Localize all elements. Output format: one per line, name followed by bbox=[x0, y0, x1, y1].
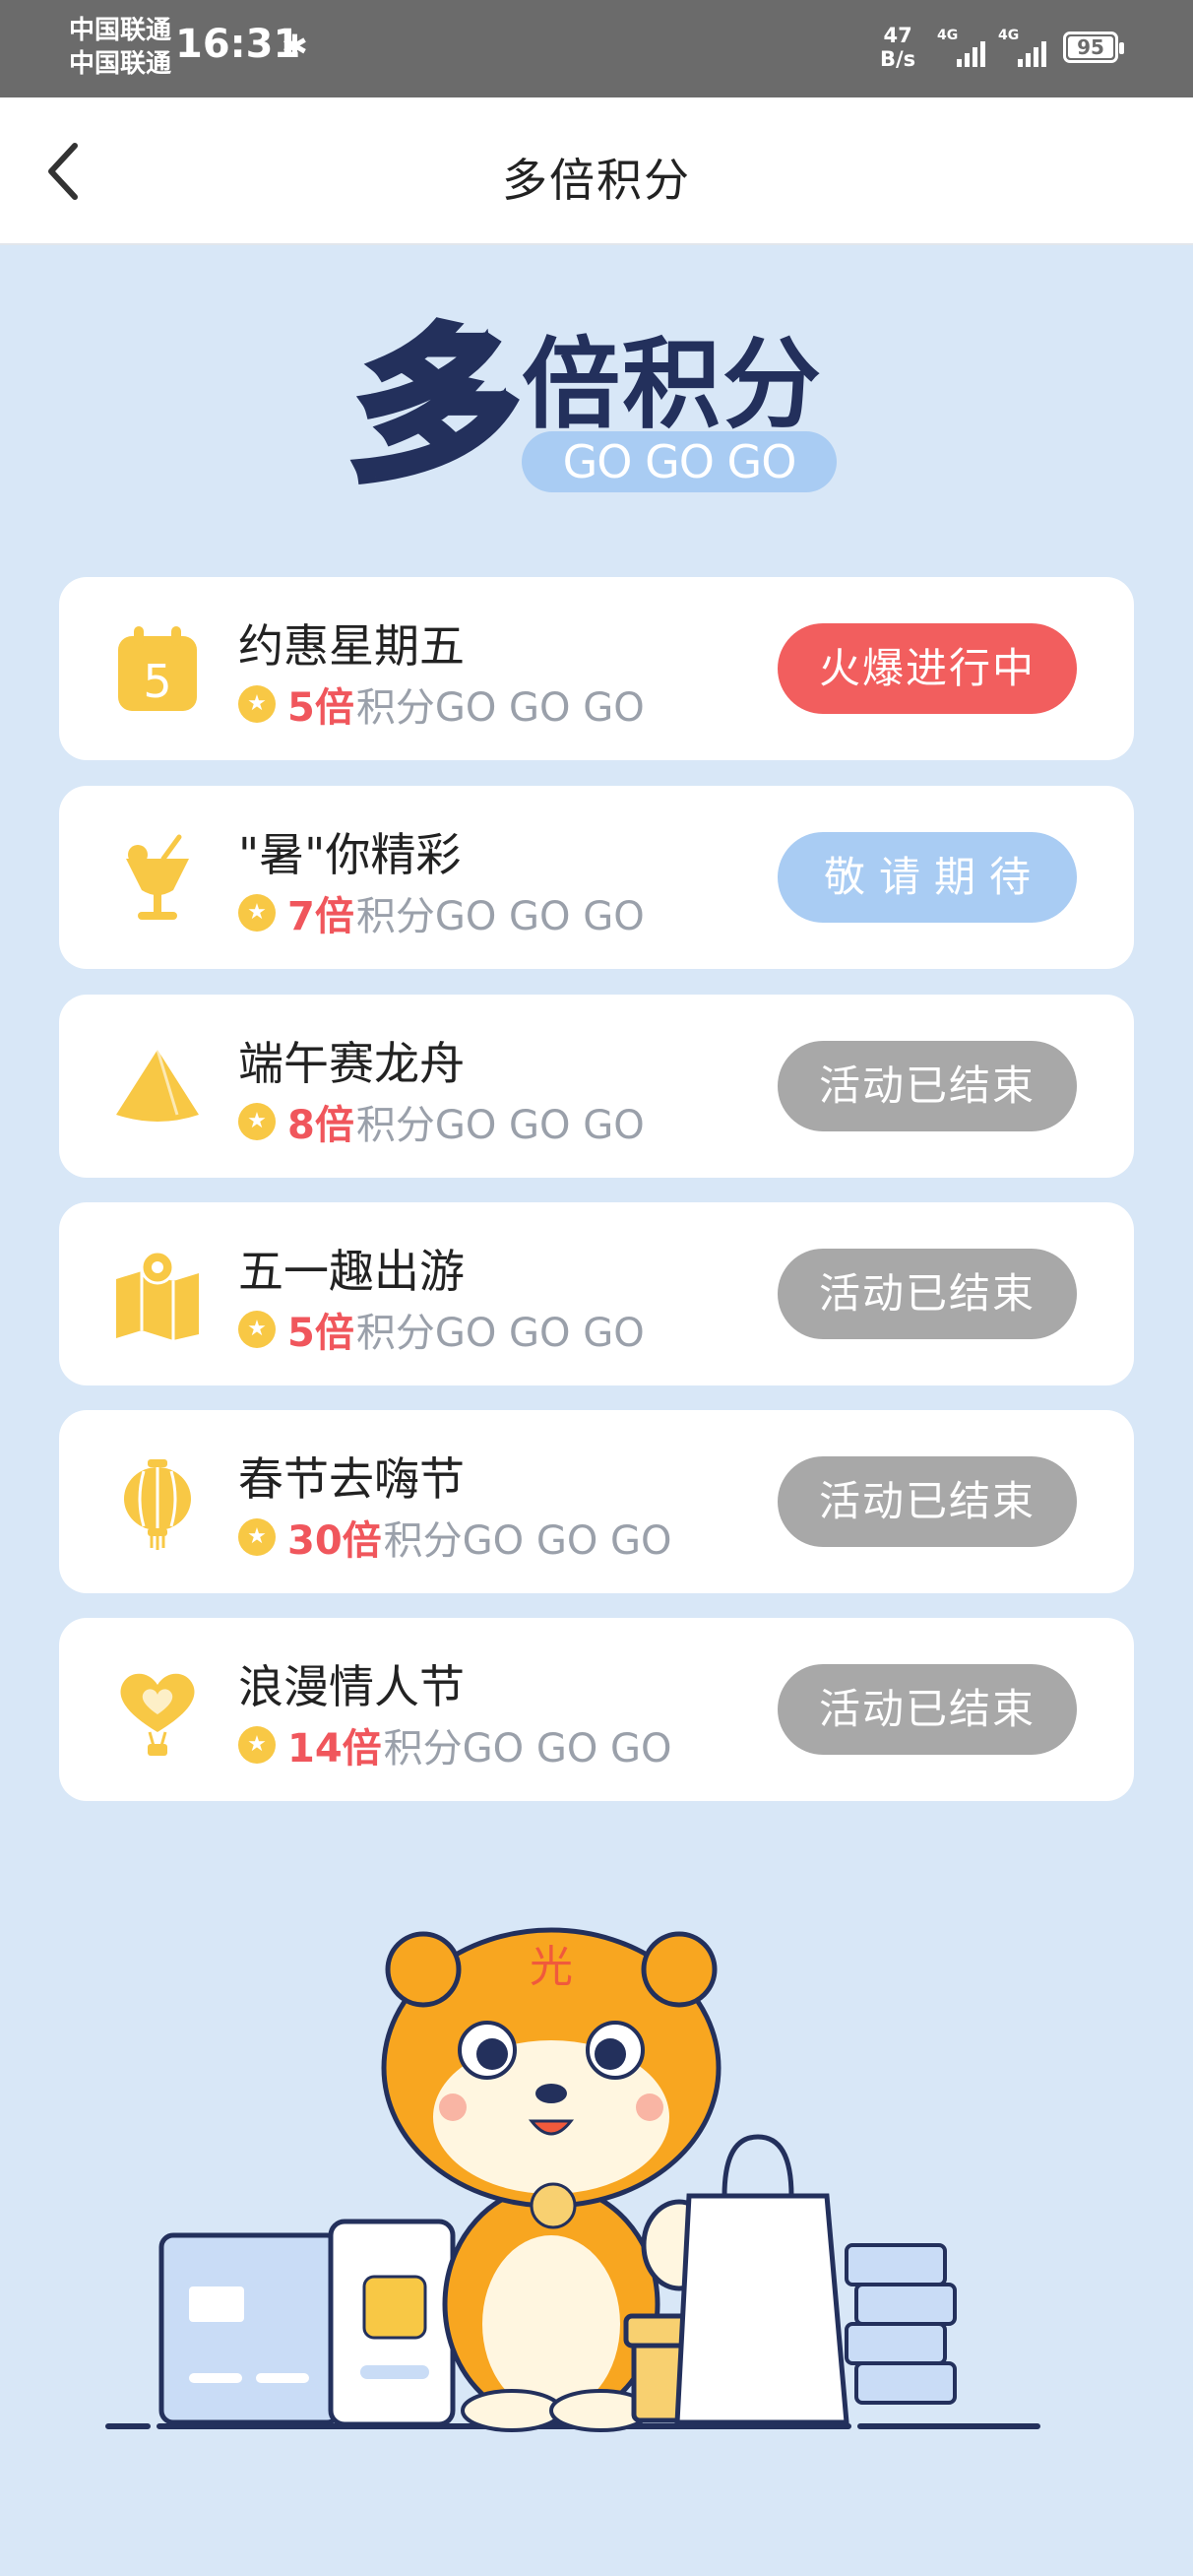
activity-title: 浪漫情人节 bbox=[238, 1660, 465, 1713]
activity-subtitle: 5倍 积分GO GO GO bbox=[238, 1301, 645, 1358]
net-speed-unit: B/s bbox=[880, 47, 916, 71]
status-button[interactable]: 活动已结束 bbox=[778, 1041, 1077, 1131]
points-suffix: 积分GO GO GO bbox=[383, 1726, 672, 1771]
battery-level: 95 bbox=[1077, 35, 1104, 59]
activity-card[interactable]: 春节去嗨节 30倍 积分GO GO GO 活动已结束 bbox=[59, 1410, 1134, 1593]
carrier-labels: 中国联通 中国联通 bbox=[69, 14, 171, 81]
activity-title: 端午赛龙舟 bbox=[238, 1037, 465, 1090]
mascot-illustration: 光 bbox=[98, 1910, 1063, 2462]
banner-title: 倍积分 bbox=[522, 327, 823, 442]
points-suffix: 积分GO GO GO bbox=[355, 685, 645, 731]
bluetooth-icon: ✱ bbox=[282, 28, 308, 65]
map-icon bbox=[108, 1246, 207, 1344]
lantern-icon bbox=[108, 1453, 207, 1552]
points-suffix: 积分GO GO GO bbox=[355, 1103, 645, 1148]
coin-icon bbox=[238, 1726, 276, 1764]
points-suffix: 积分GO GO GO bbox=[355, 894, 645, 939]
signal-icon-2: 4G bbox=[998, 28, 1057, 67]
activity-subtitle: 5倍 积分GO GO GO bbox=[238, 676, 645, 733]
points-multiplier: 5倍 bbox=[287, 685, 354, 731]
nav-bar: 多倍积分 bbox=[0, 97, 1193, 245]
activity-title: 春节去嗨节 bbox=[238, 1452, 465, 1506]
calendar-icon: 5 bbox=[108, 620, 207, 719]
coin-icon bbox=[238, 1518, 276, 1556]
points-multiplier: 14倍 bbox=[287, 1726, 382, 1771]
points-suffix: 积分GO GO GO bbox=[355, 1311, 645, 1356]
status-button[interactable]: 敬请期待 bbox=[778, 832, 1077, 923]
activity-title: 约惠星期五 bbox=[238, 619, 465, 673]
zongzi-icon bbox=[108, 1038, 207, 1136]
carrier-2: 中国联通 bbox=[69, 49, 172, 79]
signal-icon-1: 4G bbox=[937, 28, 996, 67]
drink-icon bbox=[108, 829, 207, 928]
banner-tagline: GO GO GO bbox=[522, 431, 837, 492]
activity-card[interactable]: 浪漫情人节 14倍 积分GO GO GO 活动已结束 bbox=[59, 1618, 1134, 1801]
activity-subtitle: 14倍 积分GO GO GO bbox=[238, 1716, 672, 1773]
banner-big-char: 多 bbox=[341, 306, 534, 507]
activity-subtitle: 30倍 积分GO GO GO bbox=[238, 1509, 672, 1566]
points-suffix: 积分GO GO GO bbox=[383, 1518, 672, 1564]
coin-icon bbox=[238, 1103, 276, 1140]
activity-card[interactable]: 五一趣出游 5倍 积分GO GO GO 活动已结束 bbox=[59, 1202, 1134, 1385]
activity-subtitle: 8倍 积分GO GO GO bbox=[238, 1093, 645, 1150]
network-speed: 47 B/s bbox=[880, 24, 915, 71]
battery-icon: 95 bbox=[1063, 32, 1124, 63]
page-title: 多倍积分 bbox=[502, 154, 691, 207]
points-multiplier: 8倍 bbox=[287, 1103, 354, 1148]
status-button[interactable]: 活动已结束 bbox=[778, 1456, 1077, 1547]
svg-text:5: 5 bbox=[143, 655, 171, 708]
points-multiplier: 30倍 bbox=[287, 1518, 382, 1564]
status-button[interactable]: 活动已结束 bbox=[778, 1664, 1077, 1755]
status-bar: 中国联通 中国联通 16:31 ✱ 47 B/s 4G 4G 95 bbox=[0, 0, 1193, 97]
status-button[interactable]: 活动已结束 bbox=[778, 1249, 1077, 1339]
activity-card[interactable]: "暑"你精彩 7倍 积分GO GO GO 敬请期待 bbox=[59, 786, 1134, 969]
carrier-1: 中国联通 bbox=[69, 16, 172, 45]
activity-card[interactable]: 5 约惠星期五 5倍 积分GO GO GO 火爆进行中 bbox=[59, 577, 1134, 760]
activity-title: 五一趣出游 bbox=[238, 1245, 465, 1298]
coin-icon bbox=[238, 685, 276, 723]
activity-card[interactable]: 端午赛龙舟 8倍 积分GO GO GO 活动已结束 bbox=[59, 995, 1134, 1178]
coin-icon bbox=[238, 1311, 276, 1348]
points-multiplier: 5倍 bbox=[287, 1311, 354, 1356]
activity-subtitle: 7倍 积分GO GO GO bbox=[238, 884, 645, 941]
coin-icon bbox=[238, 894, 276, 932]
status-button[interactable]: 火爆进行中 bbox=[778, 623, 1077, 714]
activity-title: "暑"你精彩 bbox=[238, 828, 462, 881]
banner-logo: 多 倍积分 GO GO GO bbox=[341, 306, 847, 510]
net-speed-value: 47 bbox=[883, 24, 912, 47]
mascot-hat-char: 光 bbox=[530, 1942, 573, 1992]
heart-balloon-icon bbox=[108, 1661, 207, 1760]
points-multiplier: 7倍 bbox=[287, 894, 354, 939]
